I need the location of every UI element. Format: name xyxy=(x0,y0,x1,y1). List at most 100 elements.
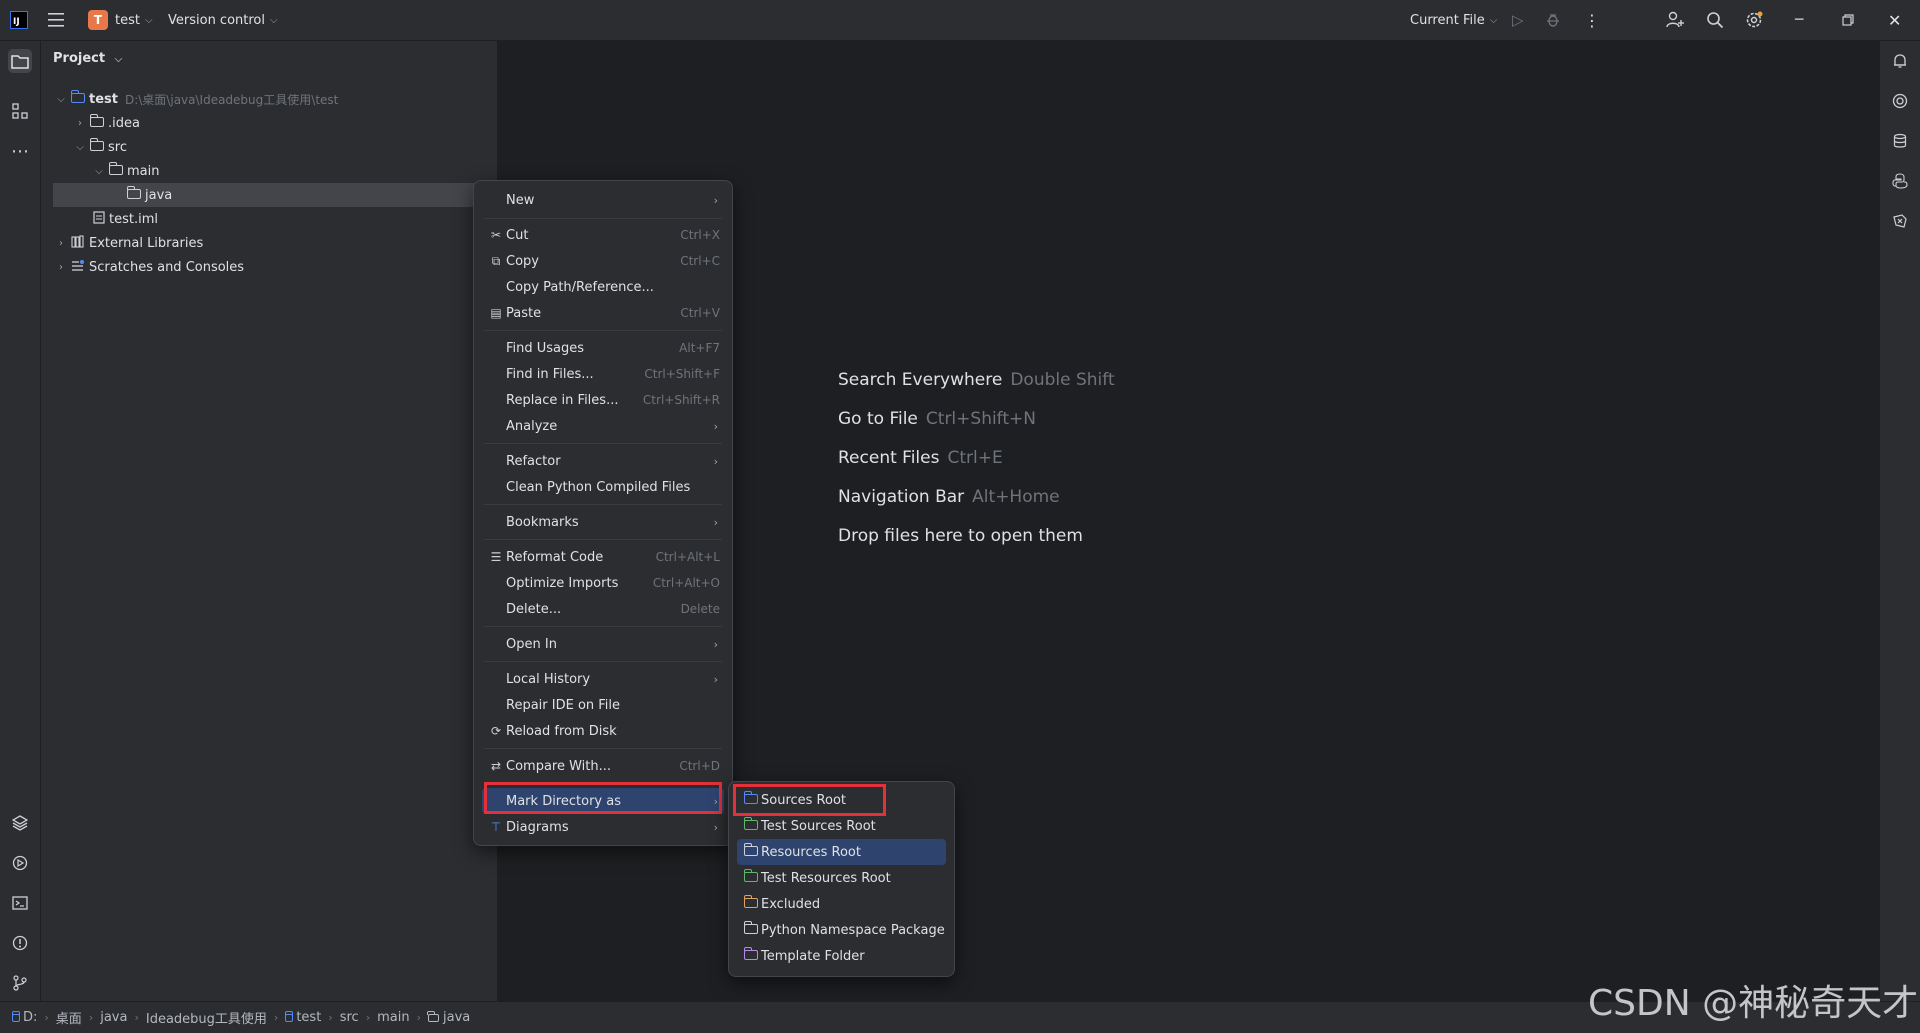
breadcrumb-item[interactable]: 桌面 xyxy=(56,1008,82,1027)
menu-item-replace-in-files[interactable]: Replace in Files... Ctrl+Shift+R xyxy=(482,387,724,413)
submenu-item-sources-root[interactable]: Sources Root xyxy=(737,787,946,813)
chevron-right-icon: › xyxy=(44,1011,49,1024)
menu-item-copy[interactable]: ⧉ Copy Ctrl+C xyxy=(482,248,724,274)
menu-item-analyze[interactable]: Analyze › xyxy=(482,413,724,439)
problems-icon[interactable] xyxy=(8,931,32,955)
chevron-down-icon[interactable]: ⌵ xyxy=(55,94,67,105)
structure-icon[interactable] xyxy=(8,99,32,123)
chevron-right-icon[interactable]: › xyxy=(55,262,67,273)
menu-item-local-history[interactable]: Local History › xyxy=(482,666,724,692)
menu-item-reformat-code[interactable]: ☰ Reformat Code Ctrl+Alt+L xyxy=(482,544,724,570)
vcs-selector[interactable]: Version control ⌵ xyxy=(168,0,278,40)
chevron-right-icon[interactable]: › xyxy=(55,238,67,249)
search-icon[interactable] xyxy=(1706,0,1724,40)
menu-item-new[interactable]: New › xyxy=(482,187,724,213)
submenu-item-test-sources-root[interactable]: Test Sources Root xyxy=(737,813,946,839)
more-tools-icon[interactable]: ⋯ xyxy=(8,139,32,163)
tree-item-main[interactable]: ⌵ main xyxy=(93,159,159,183)
menu-item-optimize-imports[interactable]: Optimize Imports Ctrl+Alt+O xyxy=(482,570,724,596)
database-icon[interactable] xyxy=(1888,129,1912,153)
tree-item-external-libraries[interactable]: › External Libraries xyxy=(55,231,203,255)
chevron-right-icon[interactable]: › xyxy=(74,118,86,129)
folder-icon xyxy=(108,161,123,179)
menu-item-mark-directory-as[interactable]: Mark Directory as › xyxy=(482,788,724,814)
chevron-down-icon: ⌵ xyxy=(114,54,123,65)
tree-item-idea[interactable]: › .idea xyxy=(74,111,140,135)
minimize-icon[interactable]: ─ xyxy=(1795,0,1803,40)
layers-icon[interactable] xyxy=(8,811,32,835)
chevron-down-icon[interactable]: ⌵ xyxy=(74,142,86,153)
project-selector[interactable]: T test ⌵ xyxy=(88,0,153,40)
app-logo-text: IJ xyxy=(10,11,28,29)
menu-item-bookmarks[interactable]: Bookmarks › xyxy=(482,509,724,535)
run-icon[interactable]: ▷ xyxy=(1512,0,1524,40)
menu-item-delete[interactable]: Delete... Delete xyxy=(482,596,724,622)
menu-item-label: Diagrams xyxy=(506,819,569,835)
menu-item-refactor[interactable]: Refactor › xyxy=(482,448,724,474)
submenu-item-template-folder[interactable]: Template Folder xyxy=(737,943,946,969)
add-user-icon[interactable] xyxy=(1666,0,1684,40)
notifications-bell-icon[interactable] xyxy=(1888,49,1912,73)
breadcrumb-item[interactable]: src xyxy=(340,1010,359,1025)
menu-item-label: Replace in Files... xyxy=(506,392,619,408)
menu-separator xyxy=(484,330,722,331)
chevron-right-icon: › xyxy=(88,1011,94,1024)
module-folder-icon xyxy=(70,89,85,107)
restore-icon[interactable] xyxy=(1842,0,1854,40)
menu-item-label: Find in Files... xyxy=(506,366,594,382)
plugin-icon[interactable] xyxy=(1888,209,1912,233)
menu-item-open-in[interactable]: Open In › xyxy=(482,631,724,657)
menu-item-label: Compare With... xyxy=(506,758,612,774)
more-actions-icon[interactable]: ⋮ xyxy=(1584,0,1600,40)
tree-item-test[interactable]: ⌵ test D:\桌面\java\Ideadebug工具使用\test xyxy=(55,87,338,111)
menu-item-find-in-files[interactable]: Find in Files... Ctrl+Shift+F xyxy=(482,361,724,387)
git-branch-icon[interactable] xyxy=(8,971,32,995)
tree-item-src[interactable]: ⌵ src xyxy=(74,135,127,159)
menu-item-repair-ide[interactable]: Repair IDE on File xyxy=(482,692,724,718)
debug-icon[interactable] xyxy=(1545,0,1561,40)
menu-item-shortcut: Ctrl+D xyxy=(679,759,720,773)
drive-icon xyxy=(11,1010,20,1022)
menu-item-diagrams[interactable]: ⊤ Diagrams › xyxy=(482,814,724,840)
menu-item-copy-path[interactable]: Copy Path/Reference... xyxy=(482,274,724,300)
submenu-item-test-resources-root[interactable]: Test Resources Root xyxy=(737,865,946,891)
terminal-icon[interactable] xyxy=(8,891,32,915)
settings-gear-icon[interactable] xyxy=(1745,0,1763,40)
close-icon[interactable]: ✕ xyxy=(1888,0,1901,40)
breadcrumb-item[interactable]: Ideadebug工具使用 xyxy=(146,1008,267,1027)
menu-item-find-usages[interactable]: Find Usages Alt+F7 xyxy=(482,335,724,361)
hint-label: Recent Files xyxy=(838,448,940,468)
menu-item-clean-python[interactable]: Clean Python Compiled Files xyxy=(482,474,724,500)
folder-icon xyxy=(743,843,759,859)
python-console-icon[interactable] xyxy=(1888,169,1912,193)
hint-label: Navigation Bar xyxy=(838,487,965,507)
project-folder-icon[interactable] xyxy=(8,49,32,73)
menu-item-label: Optimize Imports xyxy=(506,575,619,591)
menu-item-paste[interactable]: ▤ Paste Ctrl+V xyxy=(482,300,724,326)
tree-item-test-iml[interactable]: test.iml xyxy=(93,207,158,231)
tree-item-java[interactable]: java xyxy=(53,183,493,207)
breadcrumb-drive[interactable]: D: xyxy=(11,1010,37,1025)
submenu-item-excluded[interactable]: Excluded xyxy=(737,891,946,917)
menu-item-cut[interactable]: ✂ Cut Ctrl+X xyxy=(482,222,724,248)
tree-item-label: test xyxy=(89,91,118,107)
project-pane-header[interactable]: Project ⌵ xyxy=(53,51,122,66)
app-logo-icon[interactable]: IJ xyxy=(10,0,28,40)
submenu-item-resources-root[interactable]: Resources Root xyxy=(737,839,946,865)
ai-assistant-icon[interactable] xyxy=(1888,89,1912,113)
breadcrumb-item[interactable]: main xyxy=(377,1010,409,1025)
menu-item-shortcut: Alt+F7 xyxy=(679,341,720,355)
breadcrumb-item[interactable]: java xyxy=(100,1010,127,1025)
services-icon[interactable] xyxy=(8,851,32,875)
run-config-selector[interactable]: Current File ⌵ xyxy=(1410,0,1497,40)
menu-item-label: Template Folder xyxy=(761,948,865,964)
submenu-item-python-namespace-package[interactable]: Python Namespace Package xyxy=(737,917,946,943)
tree-item-scratches[interactable]: › Scratches and Consoles xyxy=(55,255,244,279)
menu-item-compare-with[interactable]: ⇄ Compare With... Ctrl+D xyxy=(482,753,724,779)
breadcrumb-module[interactable]: test xyxy=(284,1010,321,1025)
main-menu-icon[interactable] xyxy=(48,0,66,40)
menu-item-reload-from-disk[interactable]: ⟳ Reload from Disk xyxy=(482,718,724,744)
breadcrumb-java[interactable]: java xyxy=(427,1010,470,1025)
chevron-down-icon[interactable]: ⌵ xyxy=(93,166,105,177)
tree-item-label: java xyxy=(145,187,173,203)
